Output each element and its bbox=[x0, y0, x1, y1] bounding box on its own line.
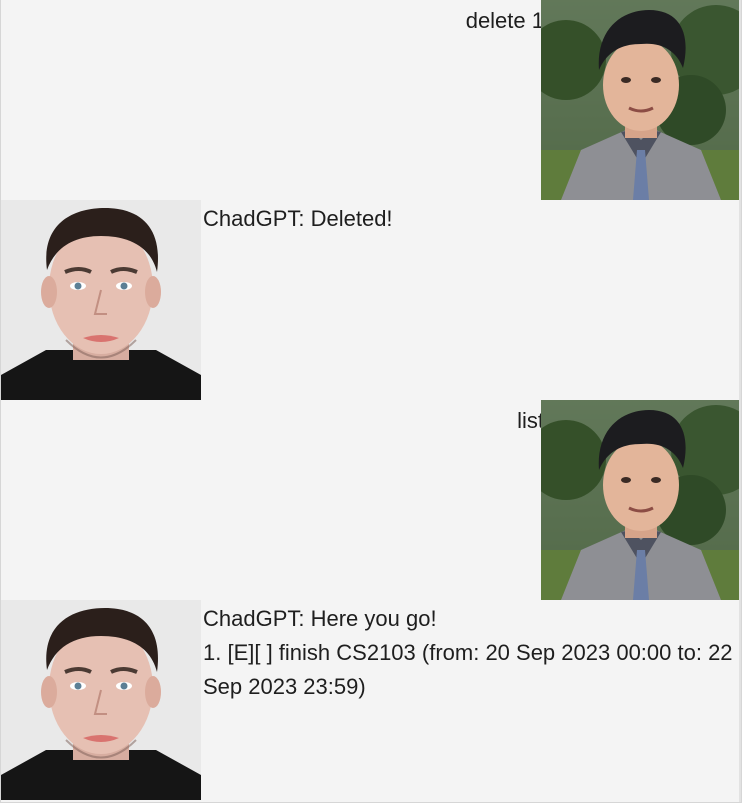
scrollbar[interactable] bbox=[739, 0, 741, 802]
dialog-container[interactable]: delete 1 ChadGPT: Deleted! list ChadGPT:… bbox=[1, 0, 741, 802]
user-avatar bbox=[541, 400, 741, 600]
user-dialog-box: list bbox=[1, 400, 741, 600]
bot-message-text: ChadGPT: Here you go! 1. [E][ ] finish C… bbox=[203, 606, 733, 700]
bot-dialog-box: ChadGPT: Here you go! 1. [E][ ] finish C… bbox=[1, 600, 741, 800]
chat-window: delete 1 ChadGPT: Deleted! list ChadGPT:… bbox=[0, 0, 742, 803]
chadgpt-avatar bbox=[1, 200, 201, 400]
bot-dialog-box: ChadGPT: Deleted! bbox=[1, 200, 741, 400]
bot-message-text: ChadGPT: Deleted! bbox=[203, 206, 393, 231]
user-dialog-box: delete 1 bbox=[1, 0, 741, 200]
user-avatar bbox=[541, 0, 741, 200]
user-message-text: list bbox=[517, 408, 544, 433]
chadgpt-avatar bbox=[1, 600, 201, 800]
user-message-text: delete 1 bbox=[465, 8, 544, 33]
